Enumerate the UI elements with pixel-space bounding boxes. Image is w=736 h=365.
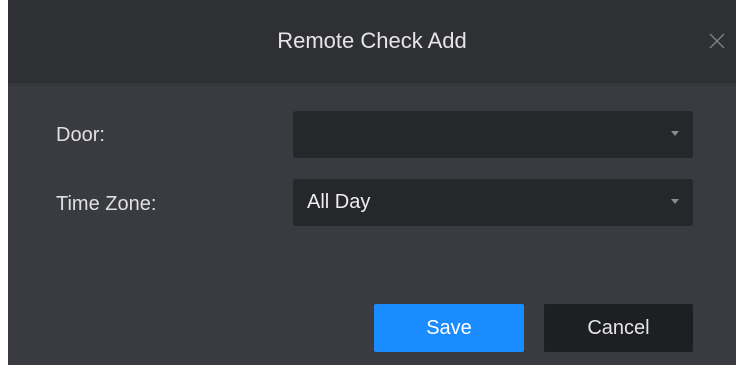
time-zone-select-value: All Day (307, 191, 371, 213)
time-zone-label: Time Zone: (56, 193, 157, 215)
cancel-button[interactable]: Cancel (544, 304, 693, 352)
door-select[interactable] (293, 111, 693, 158)
close-button[interactable] (704, 28, 730, 54)
door-label: Door: (56, 124, 105, 146)
chevron-down-icon (671, 199, 679, 204)
time-zone-select[interactable]: All Day (293, 179, 693, 226)
chevron-down-icon (671, 131, 679, 136)
remote-check-add-dialog: Remote Check Add Door: Time Zone: All Da… (8, 0, 736, 365)
save-button[interactable]: Save (374, 304, 524, 352)
dialog-title: Remote Check Add (277, 28, 467, 53)
dialog-titlebar: Remote Check Add (8, 0, 736, 85)
close-icon (709, 33, 725, 49)
